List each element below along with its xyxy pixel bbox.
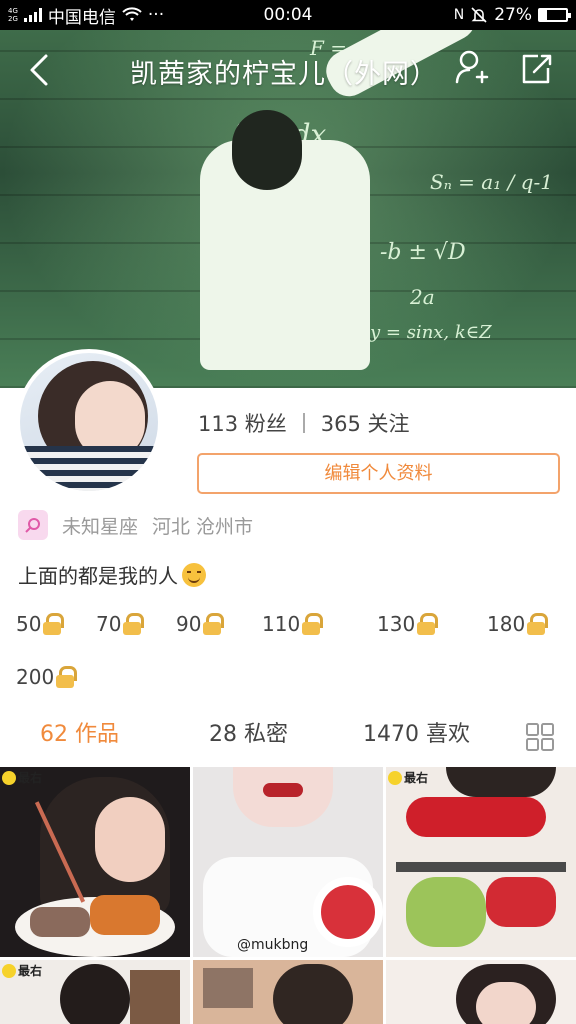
lock-icon xyxy=(301,613,324,635)
clock: 00:04 xyxy=(263,5,313,25)
smirk-emoji-icon xyxy=(182,562,206,587)
share-icon[interactable] xyxy=(518,48,554,88)
video-thumbnail[interactable] xyxy=(193,960,383,1024)
video-thumbnail[interactable] xyxy=(386,960,576,1024)
tab-works[interactable]: 62 作品 xyxy=(40,716,119,748)
nfc-icon: N xyxy=(453,7,465,23)
lock-icon xyxy=(526,613,549,635)
app-logo-icon xyxy=(388,770,402,785)
content-tabs: 62 作品 28 私密 1470 喜欢 xyxy=(0,708,576,754)
lock-icon xyxy=(122,613,145,635)
locked-level[interactable]: 200 xyxy=(16,665,78,689)
formula-decoration: y = sinx, k∈Z xyxy=(370,322,492,343)
page-title: 凯茜家的柠宝儿（外网） xyxy=(130,59,438,90)
avatar-image xyxy=(20,353,158,491)
profile-info: 未知星座 河北 沧州市 xyxy=(18,510,253,540)
video-grid: 最右 @mukbng 最右 最右 xyxy=(0,767,576,1024)
thumbnail-caption: @mukbng xyxy=(237,937,309,953)
follow-stats: 113 粉丝 365 关注 xyxy=(198,408,410,438)
more-indicator: ··· xyxy=(147,5,165,25)
thumbnail-badge: 最右 xyxy=(2,962,42,979)
battery-icon xyxy=(538,8,571,22)
banner-figure-head xyxy=(232,110,302,190)
carrier-name: 中国电信 xyxy=(47,7,116,28)
locked-level[interactable]: 110 xyxy=(262,612,324,636)
top-bar: 凯茜家的柠宝儿（外网） xyxy=(0,30,576,110)
tab-likes[interactable]: 1470 喜欢 xyxy=(363,716,470,748)
bio: 上面的都是我的人 xyxy=(18,560,206,589)
wifi-icon xyxy=(122,7,142,21)
bio-text: 上面的都是我的人 xyxy=(18,564,178,588)
following-count[interactable]: 365 关注 xyxy=(321,408,410,438)
formula-decoration: Sₙ = a₁ / q-1 xyxy=(430,170,553,194)
formula-decoration: -b ± √D xyxy=(380,240,466,265)
status-left: 4G 2G 中国电信 ··· xyxy=(8,3,164,28)
lock-icon xyxy=(55,666,78,688)
network-type-top: 4G xyxy=(8,7,18,15)
locked-level[interactable]: 130 xyxy=(377,612,439,636)
network-type: 4G 2G xyxy=(8,7,18,23)
video-thumbnail[interactable]: 最右 xyxy=(0,960,190,1024)
avatar[interactable] xyxy=(16,349,162,495)
signal-icon xyxy=(23,8,42,22)
formula-decoration: 2a xyxy=(410,285,435,309)
mute-bell-icon xyxy=(471,7,487,23)
tab-private[interactable]: 28 私密 xyxy=(209,716,288,748)
zodiac-sign: 未知星座 xyxy=(62,515,139,538)
female-gender-icon xyxy=(18,510,48,540)
lock-icon xyxy=(416,613,439,635)
app-logo-icon xyxy=(2,770,16,785)
followers-count[interactable]: 113 粉丝 xyxy=(198,408,287,438)
thumbnail-badge: 最右 xyxy=(2,769,42,786)
edit-profile-button[interactable]: 编辑个人资料 xyxy=(197,453,560,494)
status-bar: 4G 2G 中国电信 ··· 00:04 N 27% xyxy=(0,0,576,30)
video-thumbnail[interactable]: @mukbng xyxy=(193,767,383,957)
battery-percent: 27% xyxy=(494,5,532,25)
lock-icon xyxy=(202,613,225,635)
locked-level[interactable]: 90 xyxy=(176,612,225,636)
locked-level[interactable]: 70 xyxy=(96,612,145,636)
status-right: N 27% xyxy=(453,5,571,25)
grid-view-icon[interactable] xyxy=(525,722,555,752)
network-type-bottom: 2G xyxy=(8,15,18,23)
thumbnail-badge: 最右 xyxy=(388,769,428,786)
location: 河北 沧州市 xyxy=(152,515,254,538)
locked-level[interactable]: 50 xyxy=(16,612,65,636)
video-thumbnail[interactable]: 最右 xyxy=(0,767,190,957)
add-friend-icon[interactable] xyxy=(453,48,489,88)
stats-divider xyxy=(302,413,305,433)
back-arrow-icon[interactable] xyxy=(20,50,60,90)
video-thumbnail[interactable]: 最右 xyxy=(386,767,576,957)
lock-icon xyxy=(42,613,65,635)
locked-level[interactable]: 180 xyxy=(487,612,549,636)
app-logo-icon xyxy=(2,963,16,978)
